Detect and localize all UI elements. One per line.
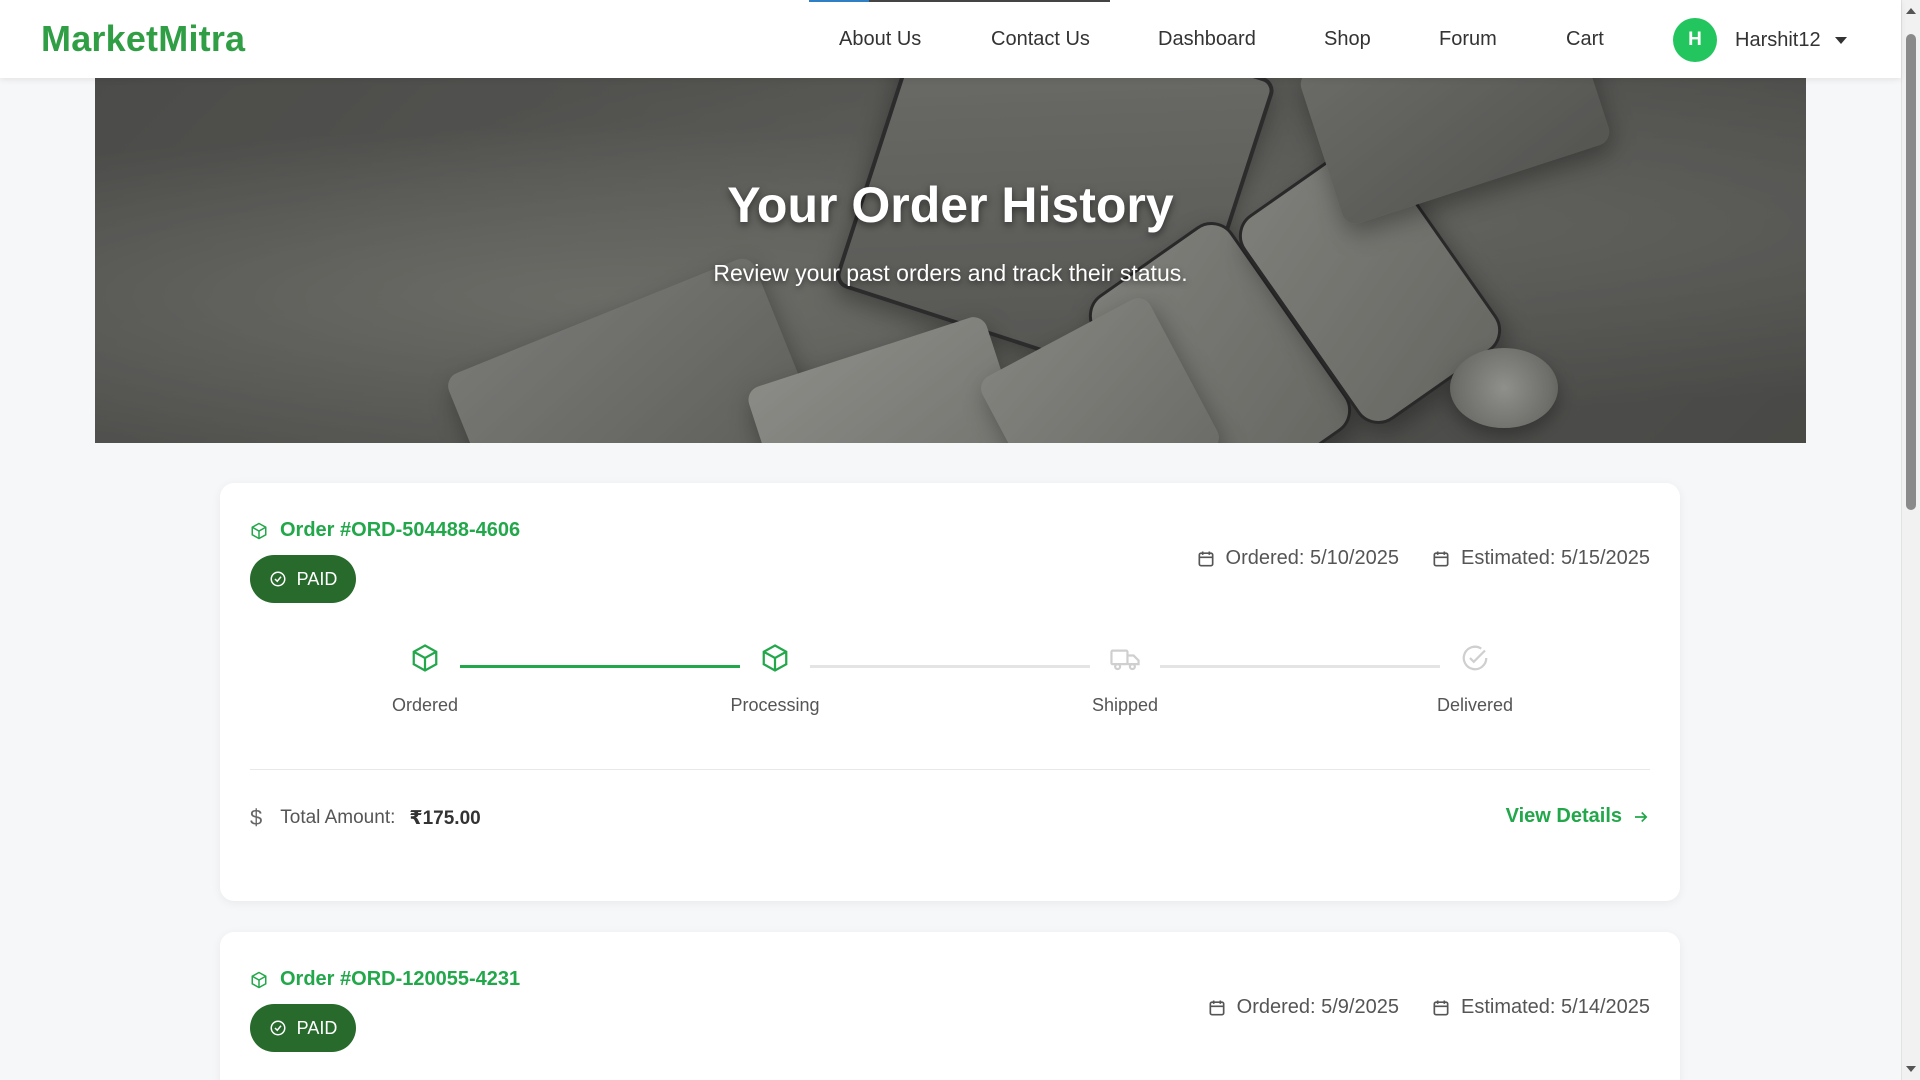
nav-link-contact-us[interactable]: Contact Us [991, 28, 1090, 51]
estimated-date-text: Estimated: 5/14/2025 [1460, 996, 1650, 1018]
order-dates: Ordered: 5/9/2025 Estimated: 5/14/2025 [1207, 996, 1650, 1019]
view-details-link[interactable]: View Details [1506, 805, 1650, 828]
progress-step-ordered: Ordered [325, 643, 525, 716]
total-amount-label: Total Amount: [280, 807, 396, 828]
package-icon [762, 644, 788, 672]
package-icon [251, 971, 267, 988]
calendar-icon [1433, 1000, 1449, 1015]
status-badge-label: PAID [296, 1017, 338, 1038]
scroll-down-icon[interactable] [1906, 1066, 1916, 1072]
ordered-date-text: Ordered: 5/10/2025 [1225, 547, 1399, 569]
progress-step-label: Processing [730, 695, 820, 715]
progress-step-delivered: Delivered [1375, 643, 1575, 716]
user-name[interactable]: Harshit12 [1735, 29, 1821, 52]
scroll-thumb[interactable] [1906, 34, 1916, 510]
order-id[interactable]: Order #ORD-120055-4231 [250, 968, 520, 991]
calendar-icon [1433, 551, 1449, 566]
order-id[interactable]: Order #ORD-504488-4606 [250, 519, 520, 542]
nav-link-shop[interactable]: Shop [1324, 28, 1371, 51]
total-amount-value: ₹175.00 [409, 807, 481, 829]
order-dates: Ordered: 5/10/2025 Estimated: 5/15/2025 [1196, 547, 1650, 570]
avatar[interactable]: H [1673, 18, 1717, 62]
calendar-icon [1198, 551, 1214, 566]
progress-step-label: Shipped [1091, 695, 1159, 715]
check-circle-icon [270, 571, 286, 587]
nav-link-dashboard[interactable]: Dashboard [1158, 28, 1256, 51]
package-icon [412, 644, 438, 672]
truck-icon [1110, 649, 1140, 671]
check-circle-icon [1462, 645, 1488, 671]
order-progress-tracker: Ordered Processing Shipped Delivered [250, 643, 1650, 743]
divider [250, 769, 1650, 770]
page-subtitle: Review your past orders and track their … [713, 260, 1188, 286]
nav-link-cart[interactable]: Cart [1566, 28, 1604, 51]
arrow-right-icon[interactable] [1632, 808, 1650, 826]
order-id-text[interactable]: Order #ORD-504488-4606 [280, 519, 520, 542]
view-details-label[interactable]: View Details [1506, 805, 1622, 828]
nav-link-forum[interactable]: Forum [1439, 28, 1497, 51]
hero-banner: Your Order History Review your past orde… [95, 78, 1806, 443]
user-menu[interactable]: H Harshit12 [1673, 18, 1847, 62]
estimated-date: Estimated: 5/14/2025 [1431, 996, 1650, 1019]
ordered-date: Ordered: 5/9/2025 [1207, 996, 1399, 1019]
nav-link-about-us[interactable]: About Us [839, 28, 921, 51]
calendar-icon [1209, 1000, 1225, 1015]
order-total: $ Total Amount: ₹175.00 [250, 805, 481, 831]
scroll-up-icon[interactable] [1906, 8, 1916, 14]
brand-logo[interactable]: MarketMitra [41, 18, 245, 60]
status-badge: PAID [250, 555, 356, 603]
nav-active-indicator [809, 0, 1110, 2]
status-badge: PAID [250, 1004, 356, 1052]
progress-step-shipped: Shipped [1025, 643, 1225, 716]
order-card: Order #ORD-504488-4606 PAID Ordered: 5/1… [220, 483, 1680, 901]
estimated-date: Estimated: 5/15/2025 [1431, 547, 1650, 570]
check-circle-icon [270, 1020, 286, 1036]
page-title: Your Order History [727, 177, 1174, 233]
ordered-date-text: Ordered: 5/9/2025 [1236, 996, 1399, 1018]
estimated-date-text: Estimated: 5/15/2025 [1460, 547, 1650, 569]
progress-step-label: Ordered [391, 695, 459, 715]
order-id-text[interactable]: Order #ORD-120055-4231 [280, 968, 520, 991]
top-navbar: MarketMitra About Us Contact Us Dashboar… [0, 0, 1901, 78]
page-scrollbar[interactable] [1901, 0, 1920, 1080]
status-badge-label: PAID [296, 568, 338, 589]
dollar-icon: $ [250, 805, 263, 830]
package-icon [251, 522, 267, 539]
order-card: Order #ORD-120055-4231 PAID Ordered: 5/9… [220, 932, 1680, 1080]
ordered-date: Ordered: 5/10/2025 [1196, 547, 1399, 570]
progress-step-processing: Processing [675, 643, 875, 716]
chevron-down-icon[interactable] [1834, 36, 1847, 44]
progress-step-label: Delivered [1436, 695, 1514, 715]
